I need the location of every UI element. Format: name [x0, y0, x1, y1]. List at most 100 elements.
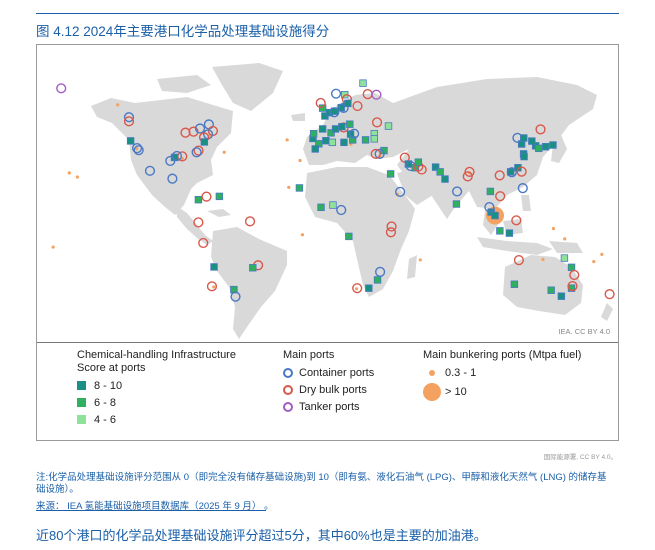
legend-score-high: 8 - 10	[77, 377, 247, 394]
land-greenland	[212, 63, 283, 111]
bunker-marker-small	[551, 226, 556, 231]
port-score-mid	[486, 187, 495, 196]
bunker-marker-small	[600, 252, 604, 256]
bunker-marker-small	[222, 150, 226, 154]
port-score-low	[384, 122, 393, 130]
bunker-marker-small	[300, 233, 305, 237]
source-underline	[36, 510, 266, 511]
land-new-guinea	[549, 241, 583, 253]
map-credit: IEA. CC BY 4.0	[558, 327, 610, 336]
port-score-high	[311, 145, 319, 153]
port-dry-bulk	[244, 216, 256, 227]
legend-dry-bulk: Dry bulk ports	[283, 381, 374, 398]
port-score-mid	[547, 286, 555, 294]
port-score-high	[557, 292, 566, 300]
bunker-marker-small	[51, 245, 55, 249]
land-madagascar	[407, 255, 417, 279]
bunker-marker-small	[285, 138, 289, 142]
legend-score-low: 4 - 6	[77, 411, 247, 428]
bunker-marker-small	[354, 287, 359, 291]
dry-bulk-port-icon	[283, 384, 293, 395]
figure-frame: IEA. CC BY 4.0 Chemical-handling Infrast…	[36, 44, 619, 441]
port-score-high	[491, 211, 499, 220]
port-score-high	[338, 122, 346, 131]
summary-text: 近80个港口的化学品处理基础设施评分超过5分，其中60%也是主要的加油港。	[36, 528, 487, 543]
port-score-mid	[346, 120, 354, 128]
port-score-mid	[496, 227, 504, 235]
port-score-mid	[373, 276, 382, 284]
port-score-high	[520, 152, 528, 161]
port-score-mid	[386, 170, 395, 178]
legend-container: Container ports	[283, 364, 374, 381]
legend-score-mid: 6 - 8	[77, 394, 247, 411]
legend-score: Chemical-handling Infrastructure Score a…	[77, 349, 247, 428]
port-score-high	[322, 137, 330, 145]
land-africa	[305, 167, 415, 297]
figure-note: 注:化学品处理基础设施评分范围从 0（即完全没有储存基础设施)到 10（即有氨、…	[36, 472, 607, 495]
port-score-high	[210, 263, 218, 271]
port-score-high	[365, 284, 373, 292]
bunker-marker-small	[75, 175, 79, 179]
port-score-low	[560, 254, 569, 262]
port-score-high	[340, 138, 348, 147]
port-score-high	[441, 175, 449, 183]
bunker-large-icon	[423, 383, 441, 401]
legend: Chemical-handling Infrastructure Score a…	[37, 343, 618, 440]
port-score-mid	[318, 104, 327, 112]
port-score-mid	[309, 129, 318, 138]
port-score-mid	[452, 200, 461, 208]
bunker-marker-small	[116, 103, 120, 107]
legend-bunker-large: > 10	[423, 381, 581, 403]
land-new-zealand	[601, 303, 613, 321]
land-philippines	[521, 195, 531, 211]
port-score-mid	[249, 264, 257, 272]
port-score-mid	[345, 232, 353, 241]
bunker-marker-small	[592, 259, 596, 264]
figure-title: 图 4.12 2024年主要港口化学品处理基础设施得分	[36, 24, 330, 39]
source-attribution-small: 国际能源署, CC BY 4.0。	[543, 454, 617, 461]
score-high-swatch	[77, 381, 86, 390]
bunker-marker-small	[287, 185, 291, 189]
port-score-mid	[535, 144, 543, 153]
world-map-svg	[51, 63, 615, 339]
port-dry-bulk	[604, 289, 615, 300]
port-score-low	[329, 201, 337, 209]
port-score-high	[528, 137, 536, 145]
port-score-high	[331, 125, 340, 133]
port-score-mid	[295, 184, 304, 192]
port-score-mid	[414, 158, 423, 166]
port-container	[330, 88, 342, 99]
score-low-swatch	[77, 415, 86, 424]
land-north-america	[91, 97, 233, 215]
bunker-marker-small	[212, 285, 216, 289]
bunker-small-icon	[429, 369, 435, 376]
port-score-mid	[567, 263, 576, 272]
port-dry-bulk	[201, 191, 212, 202]
port-dry-bulk	[193, 217, 204, 228]
port-score-high	[200, 138, 209, 146]
legend-bunkering-title: Main bunkering ports (Mtpa fuel)	[423, 349, 582, 361]
port-score-high	[126, 137, 135, 145]
bunker-marker-small	[418, 258, 422, 262]
land-masses	[91, 63, 613, 339]
port-score-high	[505, 229, 514, 237]
bunker-marker-small	[67, 171, 71, 175]
legend-bunker-small: 0.3 - 1	[423, 364, 581, 381]
port-score-high	[318, 125, 327, 133]
world-map: IEA. CC BY 4.0	[37, 45, 618, 342]
port-score-high	[541, 142, 550, 151]
land-indonesia	[477, 237, 553, 255]
port-tanker	[56, 83, 67, 94]
land-iceland	[291, 113, 305, 121]
top-rule	[36, 13, 619, 14]
port-score-mid	[194, 195, 203, 204]
port-score-mid	[215, 192, 224, 201]
legend-bunkering: Main bunkering ports (Mtpa fuel) 0.3 - 1…	[423, 349, 581, 403]
legend-tanker: Tanker ports	[283, 398, 374, 415]
port-score-mid	[361, 136, 370, 144]
port-score-mid	[436, 168, 444, 176]
legend-ports: Main ports Container ports Dry bulk port…	[283, 349, 374, 415]
land-arctic-islands	[157, 75, 211, 93]
tanker-port-icon	[283, 401, 293, 412]
port-score-high	[520, 134, 528, 142]
